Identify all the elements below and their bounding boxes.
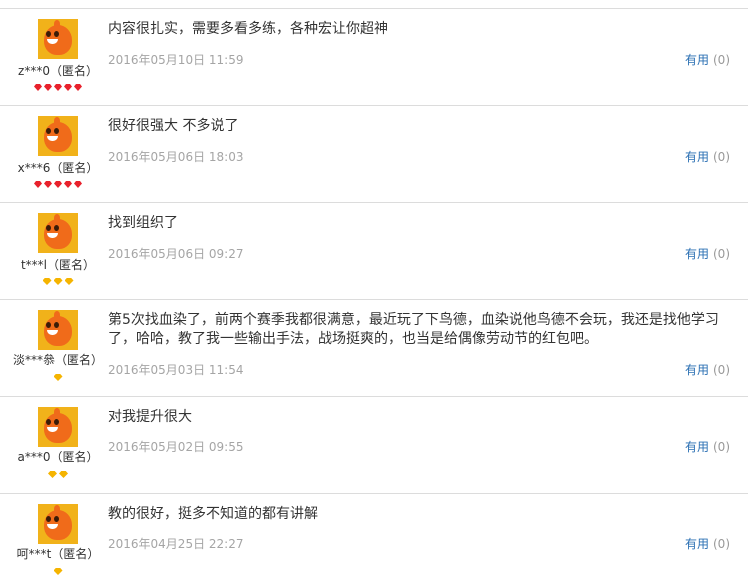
yellow-diamond-icon bbox=[42, 278, 52, 285]
user-level-badges bbox=[0, 84, 116, 91]
useful-vote: 有用 (0) bbox=[685, 535, 730, 552]
review-text: 找到组织了 bbox=[108, 215, 178, 231]
useful-vote: 有用 (0) bbox=[685, 148, 730, 165]
review-text: 很好很强大 不多说了 bbox=[108, 118, 239, 134]
review-item: z***0（匿名） 内容很扎实，需要多看多练，各种宏让你超神 2016年05月1… bbox=[0, 9, 748, 105]
yellow-diamond-icon bbox=[64, 278, 74, 285]
avatar[interactable] bbox=[38, 213, 78, 253]
review-text: 内容很扎实，需要多看多练，各种宏让你超神 bbox=[108, 21, 388, 37]
useful-vote: 有用 (0) bbox=[685, 245, 730, 262]
red-gem-icon bbox=[44, 181, 52, 188]
user-level-badges bbox=[0, 471, 116, 478]
user-level-badges bbox=[0, 374, 116, 381]
review-date: 2016年05月02日 09:55 bbox=[108, 440, 244, 454]
red-gem-icon bbox=[54, 181, 62, 188]
user-level-badges bbox=[0, 278, 116, 285]
yellow-diamond-icon bbox=[53, 374, 63, 381]
avatar[interactable] bbox=[38, 19, 78, 59]
review-text: 教的很好，挺多不知道的都有讲解 bbox=[108, 506, 318, 522]
red-gem-icon bbox=[44, 84, 52, 91]
useful-count: (0) bbox=[713, 537, 730, 551]
useful-button[interactable]: 有用 bbox=[685, 440, 709, 454]
review-text: 第5次找血染了，前两个赛季我都很满意，最近玩了下鸟德，血染说他鸟德不会玩，我还是… bbox=[108, 312, 719, 347]
useful-count: (0) bbox=[713, 150, 730, 164]
useful-button[interactable]: 有用 bbox=[685, 150, 709, 164]
review-date: 2016年05月03日 11:54 bbox=[108, 363, 244, 377]
red-gem-icon bbox=[74, 181, 82, 188]
review-date: 2016年05月06日 09:27 bbox=[108, 247, 244, 261]
useful-count: (0) bbox=[713, 247, 730, 261]
yellow-diamond-icon bbox=[53, 278, 63, 285]
review-list: z***0（匿名） 内容很扎实，需要多看多练，各种宏让你超神 2016年05月1… bbox=[0, 0, 748, 581]
review-item: 呵***t（匿名） 教的很好，挺多不知道的都有讲解 2016年04月25日 22… bbox=[0, 494, 748, 581]
review-item: x***6（匿名） 很好很强大 不多说了 2016年05月06日 18:03 有… bbox=[0, 106, 748, 202]
reviewer-name: a***0（匿名） bbox=[17, 450, 99, 464]
reviewer-name: z***0（匿名） bbox=[18, 64, 98, 78]
reviewer-name: 呵***t（匿名） bbox=[16, 547, 100, 561]
review-date: 2016年05月10日 11:59 bbox=[108, 53, 244, 67]
reviewer-name: x***6（匿名） bbox=[17, 161, 99, 175]
red-gem-icon bbox=[64, 84, 72, 91]
useful-vote: 有用 (0) bbox=[685, 361, 730, 378]
useful-button[interactable]: 有用 bbox=[685, 53, 709, 67]
user-level-badges bbox=[0, 181, 116, 188]
useful-count: (0) bbox=[713, 440, 730, 454]
yellow-diamond-icon bbox=[48, 471, 57, 478]
review-date: 2016年04月25日 22:27 bbox=[108, 537, 244, 551]
useful-count: (0) bbox=[713, 363, 730, 377]
review-date: 2016年05月06日 18:03 bbox=[108, 150, 244, 164]
review-item: 淡***叅（匿名） 第5次找血染了，前两个赛季我都很满意，最近玩了下鸟德，血染说… bbox=[0, 300, 748, 396]
yellow-diamond-icon bbox=[59, 471, 68, 478]
red-gem-icon bbox=[34, 84, 42, 91]
useful-vote: 有用 (0) bbox=[685, 51, 730, 68]
reviewer-name: 淡***叅（匿名） bbox=[12, 353, 103, 367]
review-item: t***l（匿名） 找到组织了 2016年05月06日 09:27 有用 (0) bbox=[0, 203, 748, 299]
review-text: 对我提升很大 bbox=[108, 409, 192, 425]
useful-button[interactable]: 有用 bbox=[685, 537, 709, 551]
red-gem-icon bbox=[74, 84, 82, 91]
red-gem-icon bbox=[64, 181, 72, 188]
useful-vote: 有用 (0) bbox=[685, 438, 730, 455]
avatar[interactable] bbox=[38, 504, 78, 544]
useful-button[interactable]: 有用 bbox=[685, 247, 709, 261]
user-level-badges bbox=[0, 568, 116, 575]
avatar[interactable] bbox=[38, 407, 78, 447]
reviewer-name: t***l（匿名） bbox=[20, 258, 96, 272]
useful-count: (0) bbox=[713, 53, 730, 67]
avatar[interactable] bbox=[38, 310, 78, 350]
useful-button[interactable]: 有用 bbox=[685, 363, 709, 377]
review-item: a***0（匿名） 对我提升很大 2016年05月02日 09:55 有用 (0) bbox=[0, 397, 748, 493]
avatar[interactable] bbox=[38, 116, 78, 156]
yellow-diamond-icon bbox=[53, 568, 63, 575]
red-gem-icon bbox=[34, 181, 42, 188]
red-gem-icon bbox=[54, 84, 62, 91]
